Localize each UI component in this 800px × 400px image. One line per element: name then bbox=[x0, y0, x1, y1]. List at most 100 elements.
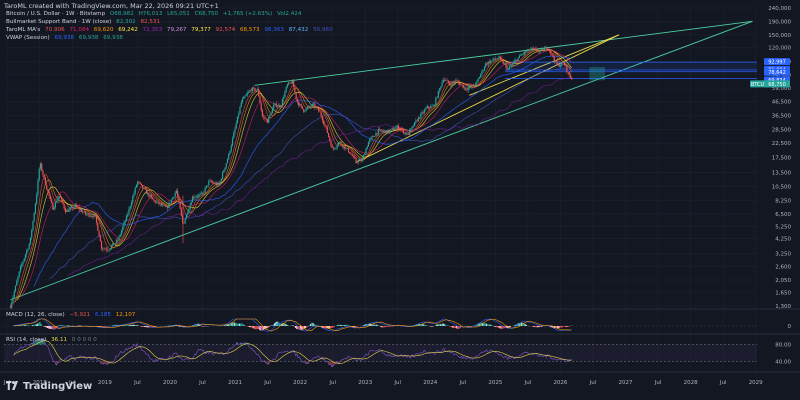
symbol-title[interactable]: Bitcoin / U.S. Dollar · 1W · Bitstamp bbox=[6, 11, 105, 17]
ma-value: 79,267 bbox=[166, 27, 187, 33]
macd-histogram-bar bbox=[223, 325, 226, 326]
candle-body bbox=[100, 241, 103, 249]
rsi-axis-label: 80.00 bbox=[775, 343, 791, 349]
macd-histogram-bar bbox=[311, 322, 313, 326]
candle-body bbox=[384, 130, 386, 132]
candle-body bbox=[123, 222, 125, 227]
candle-body bbox=[389, 130, 391, 133]
macd-histogram-bar bbox=[489, 324, 491, 326]
candle-body bbox=[203, 192, 205, 194]
candle-body bbox=[390, 129, 392, 131]
band-title[interactable]: Bullmarket Support Band · 1W (close) bbox=[6, 19, 111, 25]
macd-histogram-bar bbox=[328, 326, 330, 329]
candle-body bbox=[109, 248, 111, 250]
candle-body bbox=[213, 182, 215, 184]
candle-body bbox=[355, 158, 357, 162]
ohlc-volume: Vol2.424 bbox=[277, 11, 302, 17]
candle-body bbox=[280, 105, 282, 108]
candle-body bbox=[546, 47, 548, 50]
ma-value: 71,084 bbox=[69, 27, 90, 33]
macd-histogram-bar bbox=[499, 326, 501, 329]
candle-body bbox=[259, 95, 261, 104]
macd-histogram-bar bbox=[267, 326, 269, 328]
tradingview-logo[interactable]: TradingView bbox=[6, 381, 92, 392]
macd-histogram-bar bbox=[272, 324, 274, 326]
candle-body bbox=[351, 154, 353, 157]
candle-body bbox=[397, 125, 400, 129]
candle-body bbox=[148, 192, 150, 197]
candle-body bbox=[451, 82, 453, 86]
candle-body bbox=[450, 84, 452, 86]
candle-body bbox=[472, 85, 474, 86]
rsi-title[interactable]: RSI (14, close) bbox=[6, 337, 46, 343]
candle-body bbox=[510, 66, 512, 68]
candle-body bbox=[366, 146, 368, 149]
candle-body bbox=[386, 130, 388, 134]
x-axis-tick-label: 2023 bbox=[358, 380, 372, 386]
candle-body bbox=[62, 199, 64, 205]
candle-body bbox=[97, 222, 99, 231]
macd-histogram-bar bbox=[422, 324, 424, 326]
macd-histogram-bar bbox=[102, 326, 105, 327]
y-axis-tick-label: 22,500 bbox=[772, 141, 792, 147]
y-axis-tick-label: 6,500 bbox=[775, 212, 791, 218]
candle-body bbox=[73, 207, 75, 209]
candle-body bbox=[174, 193, 176, 197]
macd-histogram-bar bbox=[565, 326, 567, 327]
x-axis-tick-label: Jul bbox=[654, 380, 662, 386]
vwap-value: 69,938 bbox=[103, 35, 123, 41]
macd-title[interactable]: MACD (12, 26, close) bbox=[6, 312, 65, 318]
legend-rsi: RSI (14, close) 36.11 0 0 0 0 0 bbox=[6, 337, 100, 344]
candle-body bbox=[316, 107, 318, 108]
candle-body bbox=[21, 264, 23, 267]
candle-body bbox=[83, 211, 85, 213]
candle-body bbox=[78, 207, 80, 210]
candle-body bbox=[371, 136, 373, 138]
candle-body bbox=[437, 90, 439, 98]
candle-body bbox=[140, 183, 143, 186]
candle-body bbox=[538, 50, 540, 52]
candle-body bbox=[324, 123, 326, 126]
mas-title[interactable]: TaroML MA's bbox=[6, 27, 40, 33]
candle-body bbox=[293, 80, 295, 88]
candle-body bbox=[251, 87, 254, 91]
candle-body bbox=[275, 103, 277, 107]
macd-histogram-bar bbox=[341, 325, 343, 326]
macd-histogram-bar bbox=[376, 324, 378, 326]
macd-histogram-bar bbox=[235, 322, 237, 326]
macd-histogram-bar bbox=[31, 325, 34, 326]
macd-histogram-bar bbox=[56, 326, 59, 327]
macd-histogram-bar bbox=[135, 325, 137, 326]
macd-histogram-bar bbox=[455, 326, 458, 329]
candle-body bbox=[63, 204, 65, 209]
price-chart[interactable]: 240,000190,000150,000120,00094,00074,500… bbox=[0, 0, 800, 400]
candle-body bbox=[315, 107, 317, 108]
rsi-value: 36.11 bbox=[51, 337, 68, 343]
candle-body bbox=[59, 195, 62, 198]
macd-histogram-bar bbox=[265, 326, 267, 329]
candle-body bbox=[231, 138, 234, 146]
candle-body bbox=[113, 243, 115, 245]
macd-histogram-bar bbox=[356, 326, 358, 327]
candle-body bbox=[304, 110, 306, 112]
candle-body bbox=[298, 102, 300, 106]
candle-body bbox=[430, 106, 432, 108]
candle-body bbox=[276, 106, 279, 107]
macd-histogram-bar bbox=[232, 322, 234, 326]
candle-body bbox=[387, 130, 390, 133]
macd-histogram-bar bbox=[386, 326, 388, 327]
macd-histogram-bar bbox=[125, 325, 127, 326]
candle-body bbox=[226, 159, 229, 164]
macd-histogram-bar bbox=[144, 326, 146, 328]
vwap-title[interactable]: VWAP (Session) bbox=[6, 35, 50, 41]
candle-body bbox=[235, 123, 237, 129]
candle-body bbox=[241, 98, 244, 103]
candle-body bbox=[268, 117, 270, 123]
candle-body bbox=[47, 189, 49, 192]
macd-histogram-bar bbox=[241, 323, 243, 326]
candle-body bbox=[337, 142, 340, 146]
price-label-text: 92,997 bbox=[768, 60, 786, 66]
macd-histogram-bar bbox=[566, 326, 569, 328]
macd-histogram-bar bbox=[45, 326, 47, 328]
macd-histogram-bar bbox=[514, 324, 516, 326]
